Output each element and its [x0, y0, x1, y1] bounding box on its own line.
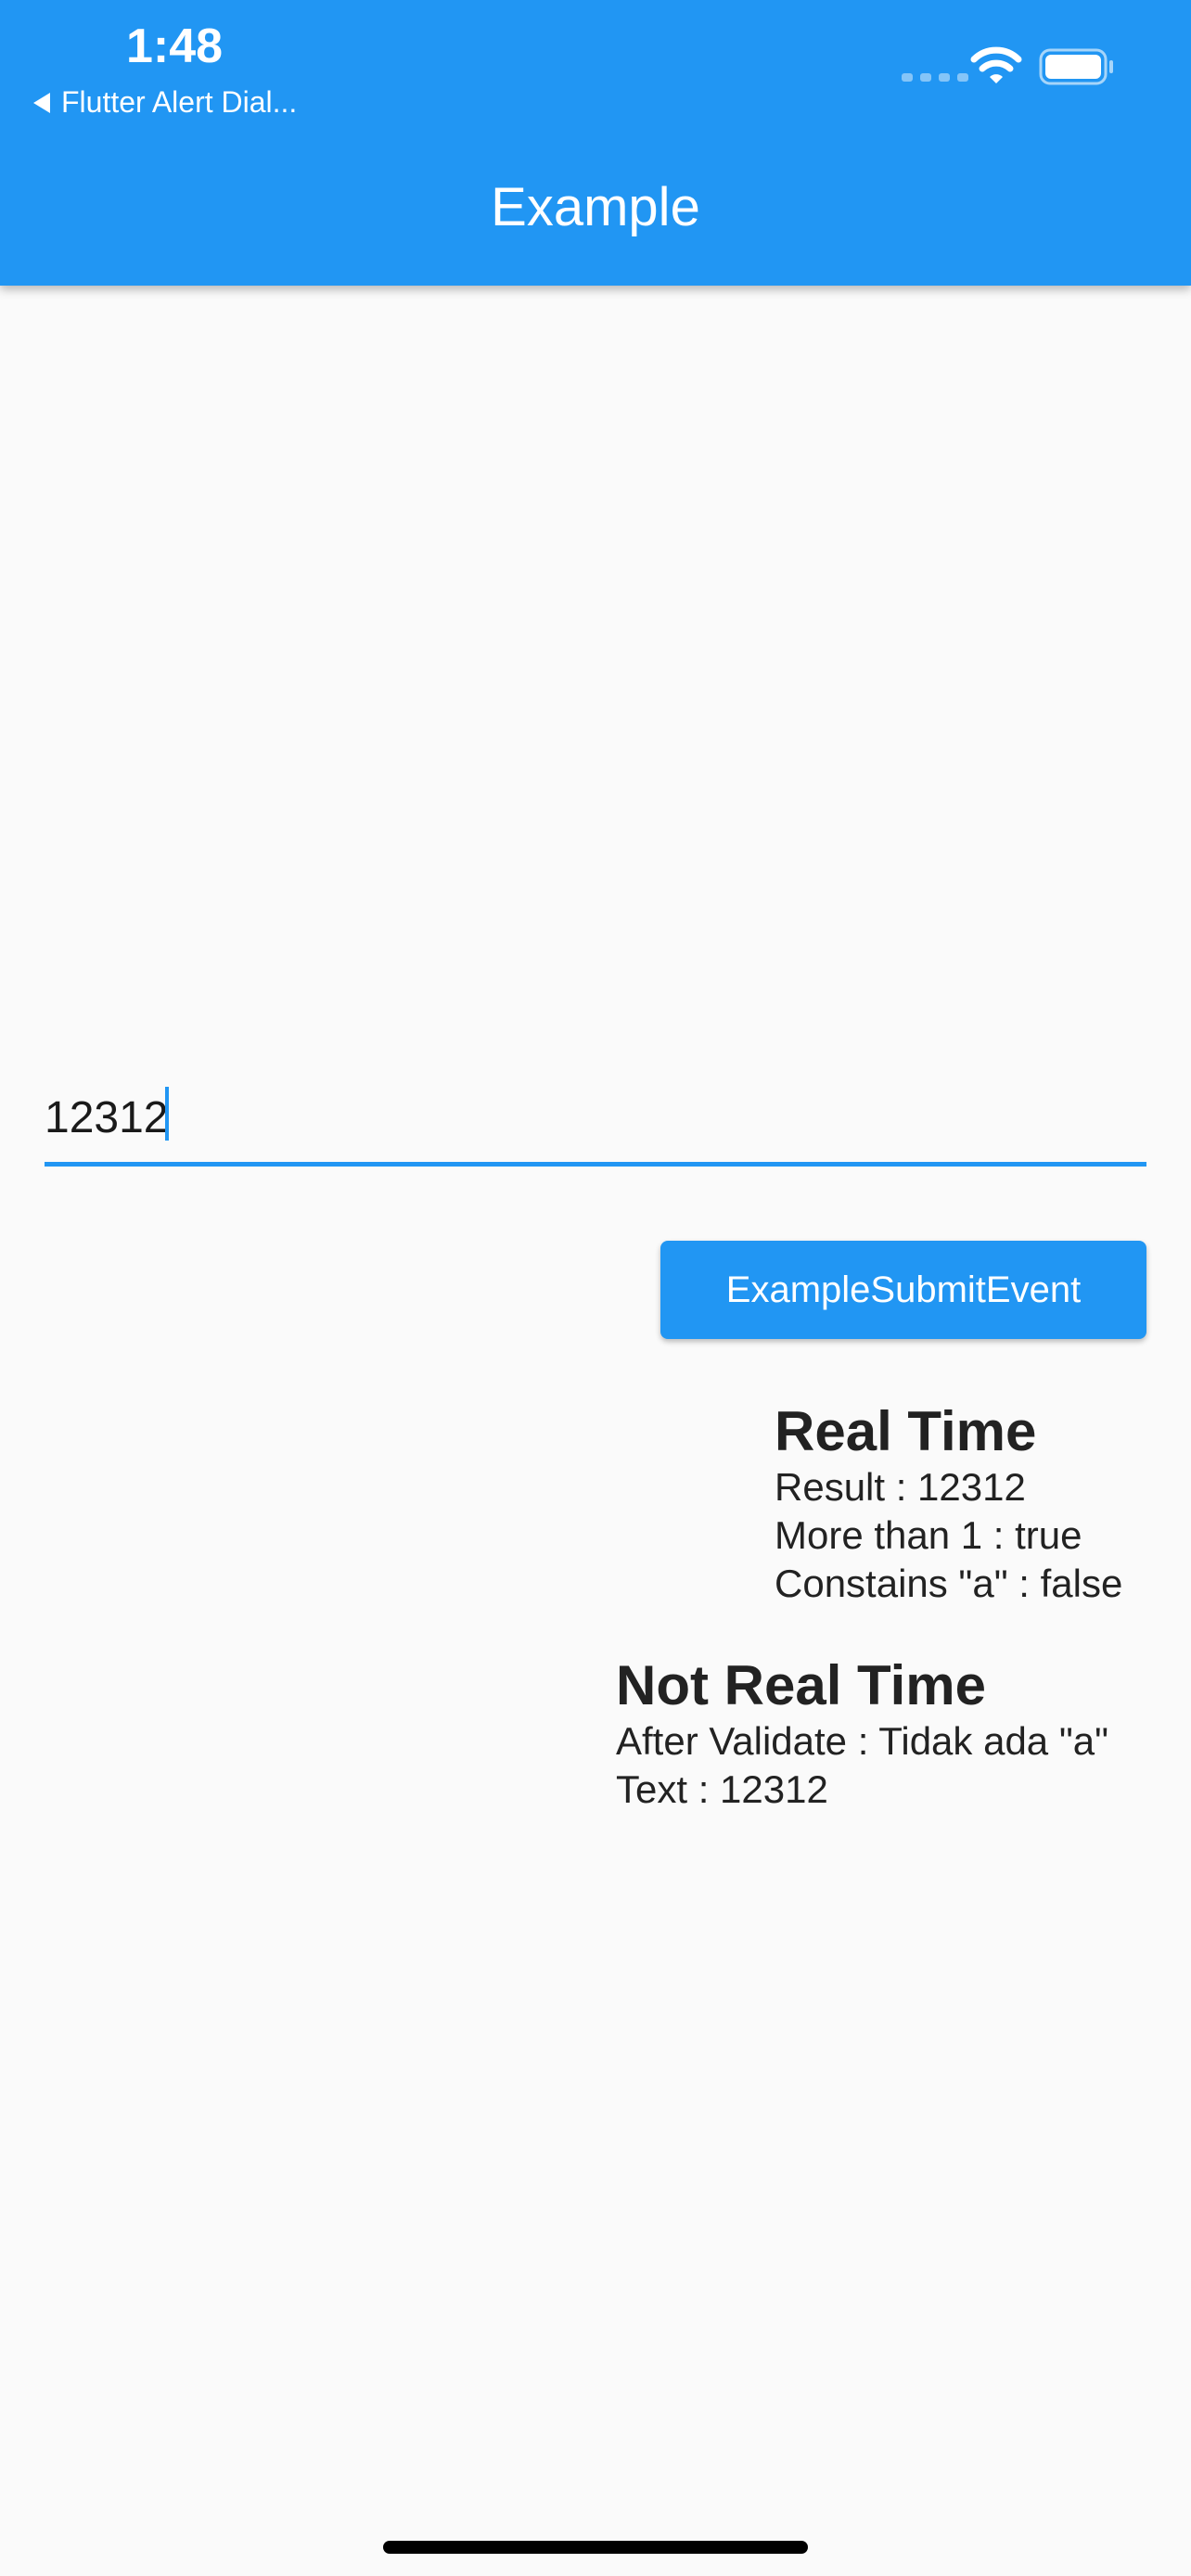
signal-icon	[902, 73, 968, 82]
back-app-label: Flutter Alert Dial...	[61, 85, 298, 119]
not-real-time-section: Not Real Time After Validate : Tidak ada…	[616, 1656, 1108, 1814]
back-triangle-icon	[33, 92, 50, 113]
not-real-time-after-validate: After Validate : Tidak ada "a"	[616, 1719, 1109, 1763]
real-time-more-than-one: More than 1 : true	[775, 1513, 1082, 1557]
not-real-time-text: Text : 12312	[616, 1767, 828, 1811]
real-time-section: Real Time Result : 12312 More than 1 : t…	[775, 1402, 1122, 1608]
real-time-result: Result : 12312	[775, 1465, 1026, 1509]
page-title: Example	[491, 177, 700, 237]
text-cursor	[165, 1087, 169, 1141]
home-indicator[interactable]	[383, 2541, 808, 2554]
example-submit-button[interactable]: ExampleSubmitEvent	[660, 1241, 1146, 1339]
status-time: 1:48	[126, 19, 224, 73]
app-screen: 1:48 Flutter Alert Dial... Example Examp…	[0, 0, 1191, 2576]
wifi-icon	[970, 46, 1022, 83]
real-time-contains-a: Constains "a" : false	[775, 1562, 1123, 1605]
battery-icon	[1039, 48, 1113, 85]
app-bar: 1:48 Flutter Alert Dial... Example	[0, 0, 1191, 286]
real-time-heading: Real Time	[775, 1400, 1037, 1462]
example-text-input[interactable]	[45, 1074, 1146, 1167]
not-real-time-heading: Not Real Time	[616, 1654, 986, 1716]
back-to-app-link[interactable]: Flutter Alert Dial...	[33, 85, 297, 120]
